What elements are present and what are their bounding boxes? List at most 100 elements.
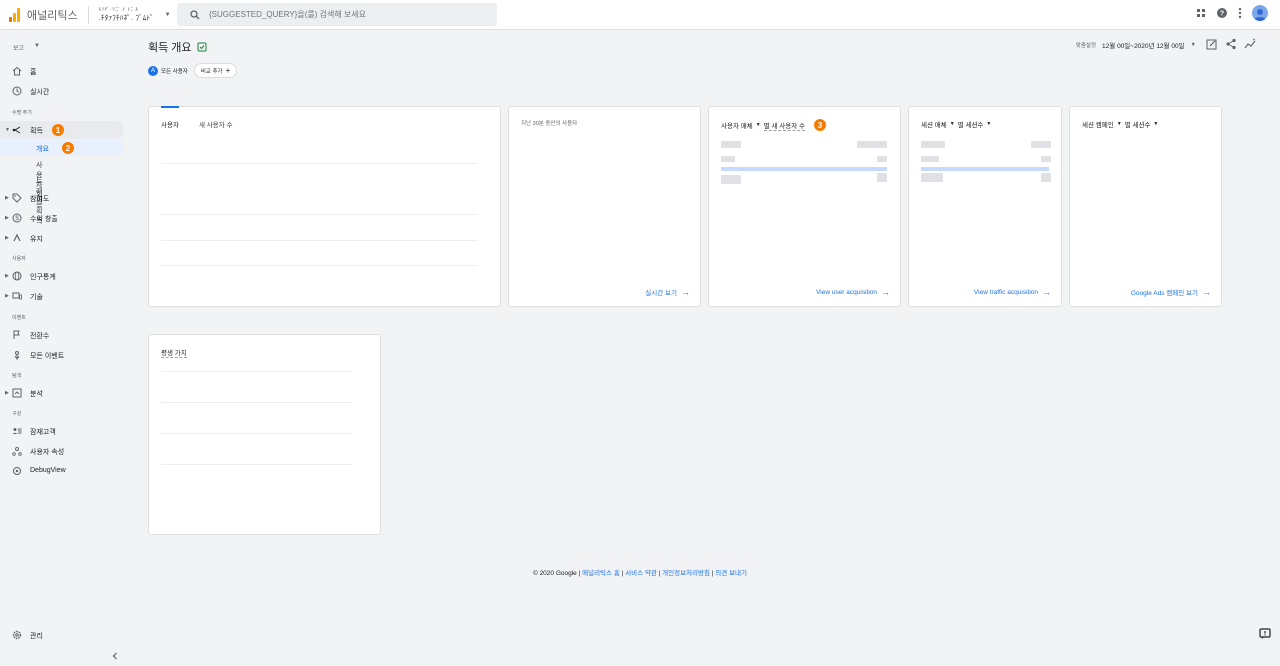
campaigns-card: 세션 캠페인 ▼ 별 세션수 ▼ Google Ads 캠페인 보기 →	[1069, 106, 1222, 307]
tab-users[interactable]: 사용자	[161, 119, 179, 129]
insights-icon[interactable]	[1244, 38, 1256, 50]
sidebar-item-label: 개요	[36, 146, 49, 153]
home-icon	[12, 66, 22, 76]
gridline	[161, 371, 352, 372]
realtime-card: 지난 30분 동안의 사용자 실시간 보기 →	[508, 106, 701, 307]
flag-icon	[13, 330, 20, 339]
caret-down-icon: ▼	[5, 127, 10, 133]
avatar[interactable]	[1252, 5, 1268, 21]
sidebar-item-label: 분석	[30, 391, 43, 398]
sidebar-item-label: 유지	[30, 236, 43, 243]
metric-selector-label[interactable]: 별 세션수	[958, 119, 984, 129]
all-users-label: 모든 사용자	[161, 68, 188, 75]
dimension-selector-label[interactable]: 세션 매체	[921, 119, 947, 129]
lifetime-value-title: 평생 가치	[161, 347, 187, 358]
step-badge-2: 2	[62, 142, 74, 154]
sidebar-item-acquisition[interactable]: ▼ 획득 1	[0, 121, 124, 139]
user-properties-icon	[12, 447, 22, 456]
report-selector[interactable]: 보고 ▼	[13, 43, 40, 52]
section-label-event: 이벤트	[12, 315, 26, 321]
gridline	[161, 464, 352, 465]
analytics-logo[interactable]	[9, 7, 20, 22]
customize-report-icon[interactable]	[1206, 38, 1218, 50]
sidebar-item-label: 수익 창출	[30, 216, 58, 223]
caret-down-icon[interactable]: ▼	[1117, 121, 1122, 127]
chevron-down-icon[interactable]: ▼	[165, 12, 171, 18]
view-traffic-acquisition-link[interactable]: View traffic acquisition →	[974, 287, 1051, 297]
search-bar[interactable]	[177, 3, 497, 26]
date-range-value: 12월 00일~2020년 12월 00일	[1102, 43, 1185, 50]
view-realtime-label: 실시간 보기	[645, 290, 677, 297]
more-vert-icon[interactable]	[1238, 7, 1242, 19]
gridline	[161, 433, 352, 434]
report-actions	[1206, 38, 1256, 50]
help-icon[interactable]: ?	[1216, 7, 1228, 19]
tag-icon	[12, 193, 22, 203]
data-bar	[721, 167, 887, 171]
dimension-selector-label[interactable]: 세션 캠페인	[1082, 119, 1114, 129]
account-selector[interactable]: ﾙｿﾔﾞ·ﾂﾆﾞ.ﾄ ﾄﾆ ﾙ .ﾁﾀｧﾌﾁﾊﾈﾟ. ﾌﾞﾑﾄﾟ	[99, 6, 169, 23]
section-label-user: 사용자	[12, 256, 26, 262]
arrow-right-icon: →	[881, 287, 890, 297]
redacted-row-value	[877, 173, 887, 182]
acquisition-icon	[12, 126, 21, 134]
card-title-by: 별 새 사용자 수	[763, 120, 805, 131]
privacy-link[interactable]: 개인정보처리방침	[662, 570, 710, 577]
redacted-row-label	[921, 141, 945, 148]
apps-grid-icon[interactable]	[1196, 8, 1206, 18]
add-comparison-label: 비교 추가	[200, 68, 223, 75]
add-comparison-button[interactable]: 비교 추가 +	[193, 63, 238, 78]
redacted-row-label	[721, 156, 735, 162]
dimension-selector-label[interactable]: 사용자 매체	[721, 120, 753, 130]
caret-down-icon[interactable]: ▼	[986, 121, 991, 127]
date-range-label: 맞춤설정	[1075, 43, 1097, 49]
sidebar-item-label: 기술	[30, 294, 43, 301]
view-user-acquisition-label: View user acquisition	[816, 288, 877, 296]
gridline	[161, 240, 478, 241]
svg-text:?: ?	[1220, 11, 1224, 18]
redacted-row-value	[877, 156, 887, 162]
view-realtime-link[interactable]: 실시간 보기 →	[645, 287, 690, 297]
caret-down-icon[interactable]: ▼	[1153, 121, 1158, 127]
date-range-picker[interactable]: 맞춤설정 12월 00일~2020년 12월 00일 ▼	[1076, 40, 1196, 50]
chevron-down-icon: ▼	[1190, 42, 1196, 48]
tab-new-users[interactable]: 새 사용자 수	[199, 119, 233, 129]
sidebar-item-label: 실시간	[30, 89, 50, 96]
caret-right-icon: ▶	[5, 293, 9, 299]
sidebar-subitem-overview[interactable]: 개요 2	[0, 140, 124, 156]
feedback-chat-icon[interactable]	[1259, 628, 1271, 640]
caret-down-icon[interactable]: ▼	[756, 122, 761, 128]
search-icon	[190, 9, 200, 19]
search-input[interactable]	[209, 10, 489, 19]
arrow-right-icon: →	[681, 287, 690, 297]
section-label-lifecycle: 수명 주기	[12, 110, 32, 116]
view-traffic-acquisition-label: View traffic acquisition	[973, 288, 1038, 296]
collapse-chevron-icon[interactable]	[111, 652, 119, 660]
share-icon[interactable]	[1225, 38, 1237, 50]
sidebar-item-label: 사용자 속성	[30, 449, 65, 456]
arrow-right-icon: →	[1202, 287, 1211, 297]
terms-link[interactable]: 서비스 약관	[625, 570, 657, 577]
all-users-chip[interactable]: A 모든 사용자	[148, 65, 188, 76]
sidebar-item-label: 관리	[30, 633, 43, 640]
lifetime-value-card: 평생 가치	[148, 334, 381, 535]
redacted-row-value	[1041, 173, 1051, 182]
redacted-row-label	[721, 141, 741, 148]
gridline	[161, 402, 352, 403]
segment-icon: A	[148, 65, 158, 76]
analytics-home-link[interactable]: 애널리틱스 홈	[582, 570, 620, 577]
gridline	[161, 163, 478, 164]
redacted-row-value	[1041, 156, 1051, 162]
step-badge-3: 3	[813, 119, 826, 131]
caret-down-icon[interactable]: ▼	[950, 121, 955, 127]
metric-selector-label[interactable]: 별 세션수	[1125, 119, 1151, 129]
feedback-link[interactable]: 의견 보내기	[715, 570, 747, 577]
sidebar-item-label: 전환수	[30, 333, 50, 340]
redacted-row-value	[857, 141, 887, 148]
report-status-icon[interactable]	[197, 42, 207, 52]
view-user-acquisition-link[interactable]: View user acquisition →	[816, 287, 890, 297]
redacted-row-value	[1031, 141, 1051, 148]
gear-icon	[12, 630, 22, 640]
data-bar	[921, 167, 1049, 171]
view-google-ads-campaigns-link[interactable]: Google Ads 캠페인 보기 →	[1131, 287, 1211, 297]
